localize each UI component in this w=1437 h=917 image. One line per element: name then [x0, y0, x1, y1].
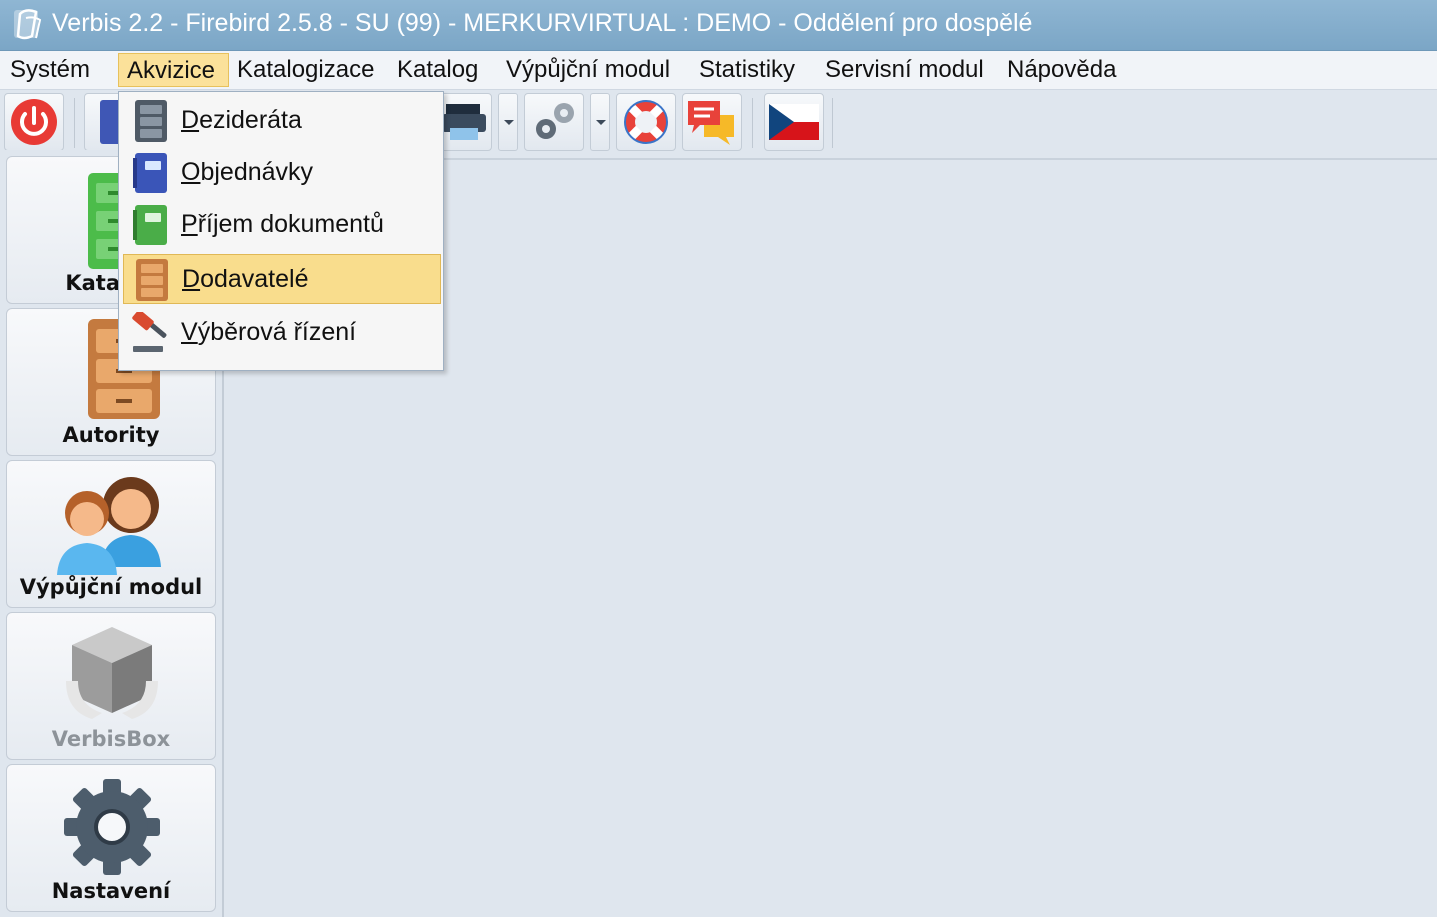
gray-cabinet-icon [135, 100, 167, 142]
window-title: Verbis 2.2 - Firebird 2.5.8 - SU (99) - … [52, 9, 1033, 37]
gavel-icon [132, 312, 167, 352]
settings-button[interactable] [524, 93, 584, 151]
menu-napoveda[interactable]: Nápověda [999, 53, 1124, 87]
printer-icon [442, 104, 486, 140]
menu-item-label: Dodavatelé [182, 265, 309, 293]
menu-servisni-modul[interactable]: Servisní modul [817, 53, 992, 87]
menu-bar: Systém Akvizice Katalogizace Katalog Výp… [0, 51, 1437, 90]
menu-statistiky[interactable]: Statistiky [691, 53, 803, 87]
menu-item-dodavatele[interactable]: Dodavatelé [123, 254, 441, 304]
menu-katalogizace[interactable]: Katalogizace [229, 53, 382, 87]
menu-item-vyberova-rizeni[interactable]: Výběrová řízení [123, 308, 441, 358]
gear-icon [64, 779, 160, 875]
menu-item-label: Dezideráta [181, 106, 302, 134]
box-icon [66, 627, 158, 719]
language-button[interactable] [764, 93, 824, 151]
menu-item-deziderata[interactable]: Dezideráta [123, 96, 441, 146]
messages-button[interactable] [682, 93, 742, 151]
menu-item-label: Výběrová řízení [181, 318, 357, 346]
help-button[interactable] [616, 93, 676, 151]
title-bar: Verbis 2.2 - Firebird 2.5.8 - SU (99) - … [0, 0, 1437, 51]
menu-system[interactable]: Systém [2, 53, 98, 87]
toolbar-separator [752, 98, 753, 148]
czech-flag-icon [769, 104, 819, 140]
sidebar-item-label: Autority [62, 423, 160, 447]
print-dropdown-button[interactable] [498, 93, 518, 151]
menu-item-prijem-dokumentu[interactable]: Příjem dokumentů [123, 200, 441, 250]
menu-vypujcni-modul[interactable]: Výpůjční modul [498, 53, 678, 87]
menu-item-label: Příjem dokumentů [181, 210, 384, 238]
print-button[interactable] [436, 93, 492, 151]
toolbar-separator [832, 98, 833, 148]
app-logo-icon [14, 9, 42, 40]
menu-item-label: Objednávky [181, 158, 314, 186]
sidebar-item-label: VerbisBox [51, 727, 171, 751]
sidebar-item-vypujcni-modul[interactable]: Výpůjční modul [6, 460, 216, 608]
sidebar-item-nastaveni[interactable]: Nastavení [6, 764, 216, 912]
chat-icon [688, 101, 734, 145]
sidebar-item-label: Výpůjční modul [19, 575, 203, 599]
blue-notebook-icon [133, 153, 167, 193]
lifebuoy-icon [624, 100, 668, 144]
people-icon [57, 477, 161, 575]
toolbar-separator [74, 98, 75, 148]
akvizice-dropdown-menu: Dezideráta Objednávky Příjem dokumentů D… [118, 91, 444, 371]
sidebar-item-label: Nastavení [51, 879, 171, 903]
settings-dropdown-button[interactable] [590, 93, 610, 151]
menu-item-objednavky[interactable]: Objednávky [123, 148, 441, 198]
exit-button[interactable] [4, 93, 64, 151]
gears-icon [536, 103, 574, 139]
brown-cabinet-icon [136, 259, 168, 301]
sidebar-item-verbisbox[interactable]: VerbisBox [6, 612, 216, 760]
menu-akvizice[interactable]: Akvizice [118, 53, 229, 87]
green-notebook-icon [133, 205, 167, 245]
menu-katalog[interactable]: Katalog [389, 53, 486, 87]
power-icon [11, 99, 57, 145]
